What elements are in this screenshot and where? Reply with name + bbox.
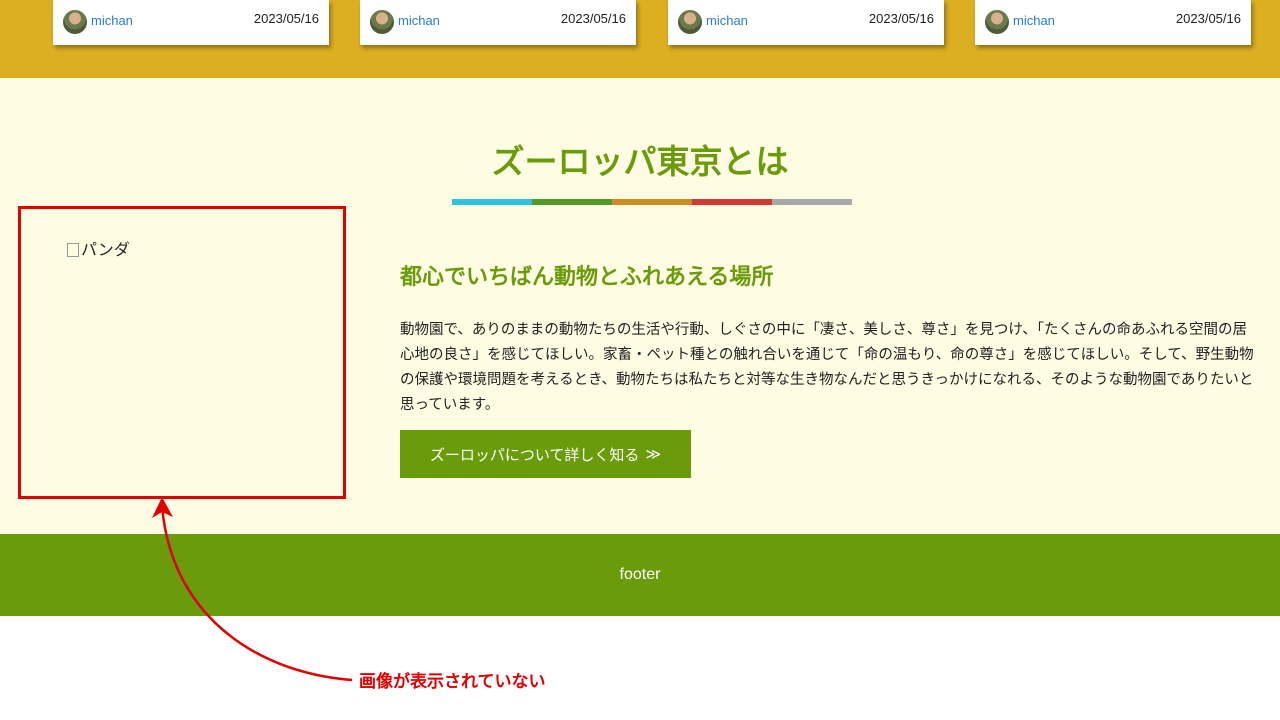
section-title: ズーロッパ東京とは: [491, 142, 789, 181]
post-card[interactable]: michan 2023/05/16: [360, 0, 636, 45]
post-card[interactable]: michan 2023/05/16: [668, 0, 944, 45]
site-footer: footer: [0, 534, 1280, 616]
user-avatar-icon: [985, 10, 1009, 34]
post-date: 2023/05/16: [1175, 11, 1241, 26]
post-card[interactable]: michan 2023/05/16: [975, 0, 1251, 45]
user-avatar-icon: [370, 10, 394, 34]
author-link[interactable]: michan: [1013, 13, 1055, 28]
underline-segment-red: [692, 199, 772, 205]
post-date: 2023/05/16: [560, 11, 626, 26]
underline-segment-cyan: [452, 199, 532, 205]
underline-segment-green: [532, 199, 612, 205]
post-date: 2023/05/16: [253, 11, 319, 26]
post-cards-band: michan 2023/05/16 michan 2023/05/16 mich…: [0, 0, 1280, 78]
user-avatar-icon: [63, 10, 87, 34]
double-chevron-right-icon: ≫: [645, 445, 662, 463]
underline-segment-gray: [772, 199, 852, 205]
learn-more-button[interactable]: ズーロッパについて詳しく知る ≫: [400, 430, 691, 478]
author-link[interactable]: michan: [706, 13, 748, 28]
underline-segment-orange: [612, 199, 692, 205]
learn-more-label: ズーロッパについて詳しく知る: [429, 445, 640, 464]
author-link[interactable]: michan: [91, 13, 133, 28]
annotation-label: 画像が表示されていない: [359, 672, 546, 692]
title-underline: [452, 199, 852, 205]
annotation-highlight-box: [18, 206, 346, 499]
footer-text: footer: [619, 566, 661, 583]
post-card[interactable]: michan 2023/05/16: [53, 0, 329, 45]
author-link[interactable]: michan: [398, 13, 440, 28]
user-avatar-icon: [678, 10, 702, 34]
about-description: 動物園で、ありのままの動物たちの生活や行動、しぐさの中に「凄さ、美しさ、尊さ」を…: [400, 322, 1254, 413]
post-date: 2023/05/16: [868, 11, 934, 26]
about-subtitle: 都心でいちばん動物とふれあえる場所: [400, 265, 774, 290]
